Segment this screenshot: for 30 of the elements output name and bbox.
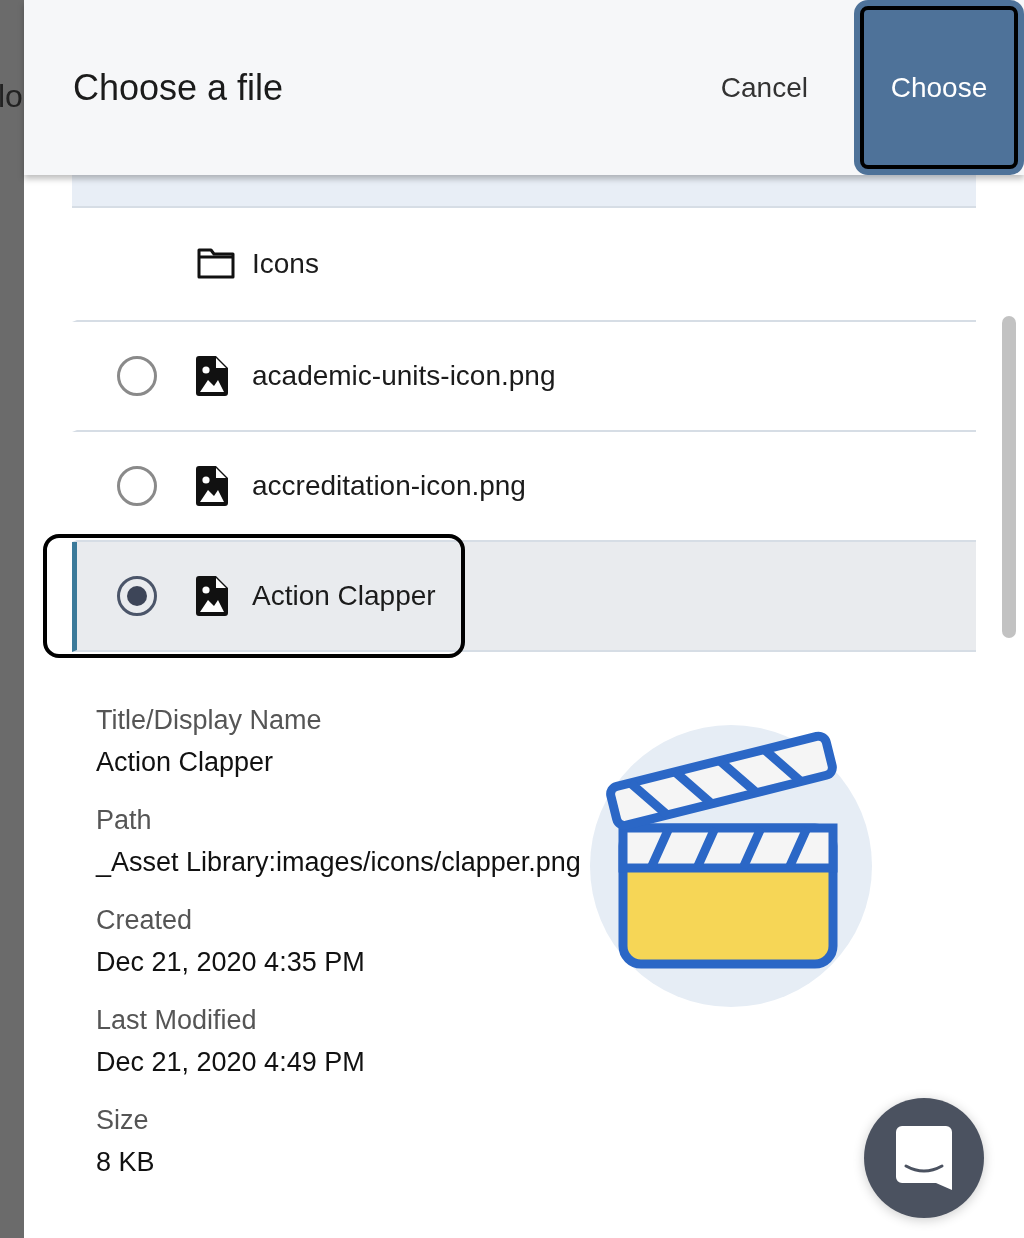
choose-button[interactable]: Choose	[854, 0, 1024, 175]
radio-button[interactable]	[116, 466, 157, 506]
folder-icon	[196, 248, 236, 280]
detail-label: Last Modified	[96, 1004, 258, 1037]
file-name: accreditation-icon.png	[252, 469, 526, 503]
detail-value: _Asset Library:images/icons/clapper.png	[96, 846, 581, 879]
detail-label: Size	[96, 1104, 150, 1137]
chat-icon	[896, 1126, 952, 1190]
file-name: academic-units-icon.png	[252, 359, 556, 393]
folder-row[interactable]: Icons	[72, 208, 976, 322]
detail-value: Dec 21, 2020 4:35 PM	[96, 946, 366, 979]
detail-value: 8 KB	[96, 1146, 156, 1179]
cancel-button[interactable]: Cancel	[714, 57, 814, 118]
file-row[interactable]: Action Clapper	[72, 542, 976, 652]
dialog-title: Choose a file	[73, 65, 285, 110]
detail-label: Title/Display Name	[96, 704, 323, 737]
detail-value: Dec 21, 2020 4:49 PM	[96, 1046, 366, 1079]
radio-button[interactable]	[116, 576, 157, 616]
image-file-icon	[196, 356, 228, 396]
radio-button[interactable]	[116, 356, 157, 396]
image-file-icon	[196, 466, 228, 506]
file-row[interactable]: academic-units-icon.png	[72, 322, 976, 432]
background-text: lo	[0, 77, 23, 116]
detail-label: Created	[96, 904, 194, 937]
detail-label: Path	[96, 804, 153, 837]
image-file-icon	[196, 576, 228, 616]
detail-value: Action Clapper	[96, 746, 275, 779]
chat-button[interactable]	[864, 1098, 984, 1218]
file-name: Action Clapper	[252, 579, 436, 613]
folder-name: Icons	[252, 247, 319, 281]
